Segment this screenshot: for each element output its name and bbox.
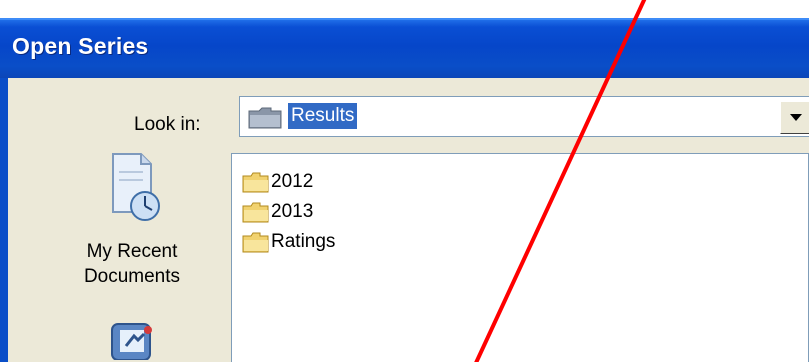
recent-documents-icon bbox=[112, 153, 160, 221]
open-series-dialog: Open Series Look in: Results My Recent D… bbox=[0, 0, 809, 362]
chevron-down-icon bbox=[790, 114, 802, 121]
place-my-recent-documents[interactable]: My Recent Documents bbox=[62, 148, 202, 289]
place-desktop[interactable] bbox=[62, 320, 202, 362]
look-in-value: Results bbox=[288, 103, 358, 129]
dialog-client-area: Look in: Results My Recent Documents 201… bbox=[8, 78, 809, 362]
list-item[interactable]: 2012 bbox=[242, 167, 313, 197]
desktop-icon bbox=[111, 323, 152, 361]
folder-icon bbox=[242, 172, 269, 192]
title-bar[interactable]: Open Series bbox=[0, 18, 809, 78]
place-label-line1: My Recent bbox=[86, 241, 178, 262]
folder-icon bbox=[242, 232, 269, 252]
list-item[interactable]: Ratings bbox=[242, 227, 335, 257]
window-frame-left bbox=[0, 78, 8, 362]
window-title: Open Series bbox=[12, 33, 149, 59]
look-in-label: Look in: bbox=[134, 114, 201, 135]
place-label-line2: Documents bbox=[83, 266, 181, 287]
file-list[interactable]: 2012 2013 Ratings bbox=[231, 153, 809, 362]
look-in-combobox[interactable]: Results bbox=[239, 96, 809, 137]
folder-icon bbox=[248, 107, 282, 129]
folder-name: Ratings bbox=[271, 231, 336, 252]
list-item[interactable]: 2013 bbox=[242, 197, 313, 227]
folder-icon bbox=[242, 202, 269, 222]
folder-name: 2013 bbox=[271, 201, 314, 222]
folder-name: 2012 bbox=[271, 171, 314, 192]
look-in-dropdown-button[interactable] bbox=[780, 101, 809, 134]
